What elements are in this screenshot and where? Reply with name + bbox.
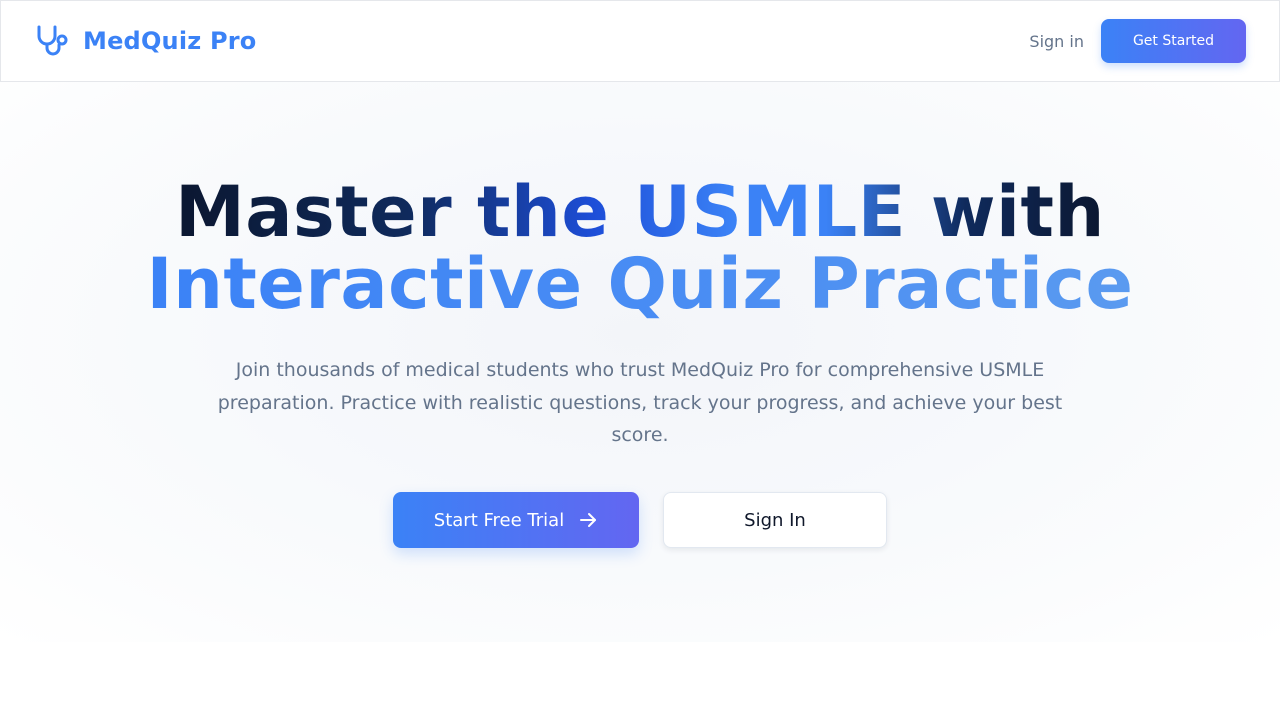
get-started-button[interactable]: Get Started [1101,19,1246,63]
headline-line-1: Master the USMLE with [175,171,1105,253]
headline-line-2: Interactive Quiz Practice [146,243,1134,325]
header-actions: Sign in Get Started [1029,19,1246,63]
arrow-right-icon [580,513,597,527]
top-navbar: MedQuiz Pro Sign in Get Started [0,0,1280,82]
sign-in-button[interactable]: Sign In [663,492,887,548]
brand-logo[interactable]: MedQuiz Pro [34,23,257,59]
cta-row: Start Free Trial Sign In [0,492,1280,548]
hero-subtitle: Join thousands of medical students who t… [217,359,1063,446]
hero-section: Master the USMLE with Interactive Quiz P… [0,82,1280,642]
sign-in-link[interactable]: Sign in [1029,32,1084,51]
stethoscope-icon [37,25,68,56]
start-free-trial-button[interactable]: Start Free Trial [393,492,639,548]
hero-headline: Master the USMLE with Interactive Quiz P… [0,176,1280,320]
start-free-trial-label: Start Free Trial [433,509,565,531]
brand-name: MedQuiz Pro [83,27,257,55]
